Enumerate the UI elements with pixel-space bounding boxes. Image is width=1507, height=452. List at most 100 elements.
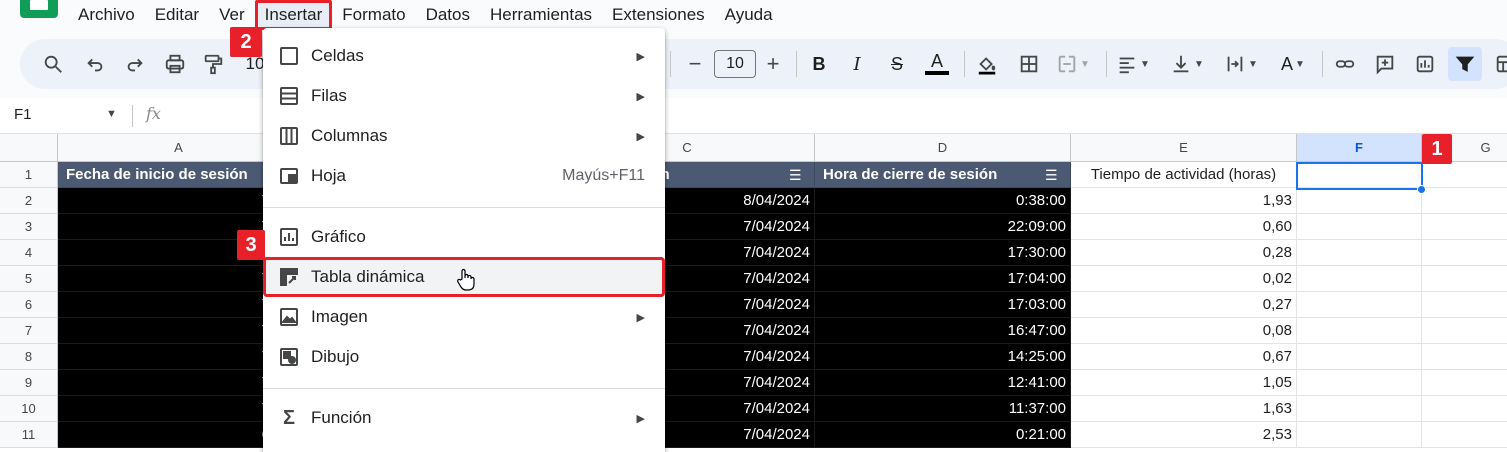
paint-format-icon[interactable] <box>196 47 230 81</box>
menu-extensiones[interactable]: Extensiones <box>602 0 715 30</box>
column-filter-icon[interactable]: ☰ <box>789 167 802 184</box>
redo-icon[interactable] <box>118 47 152 81</box>
merge-cells-icon[interactable]: ▼ <box>1056 47 1090 81</box>
menu-item-filas[interactable]: Filas ▶ <box>263 76 665 116</box>
cell-f[interactable] <box>1297 214 1422 240</box>
vertical-align-icon[interactable]: ▼ <box>1170 47 1204 81</box>
column-filter-icon[interactable]: ☰ <box>1045 167 1058 184</box>
decrease-font-size-icon[interactable]: − <box>678 47 712 81</box>
strikethrough-icon[interactable]: S <box>880 47 914 81</box>
name-box-dropdown-icon[interactable]: ▼ <box>106 108 117 120</box>
cell-d[interactable]: 0:38:00 <box>815 188 1071 214</box>
selected-cell-f1[interactable] <box>1296 162 1423 190</box>
fill-color-icon[interactable] <box>970 47 1004 81</box>
cell-g[interactable] <box>1422 396 1507 422</box>
menu-ver[interactable]: Ver <box>209 0 255 30</box>
insert-comment-icon[interactable] <box>1368 47 1402 81</box>
cell-f[interactable] <box>1297 396 1422 422</box>
cell-e[interactable]: 1,05 <box>1071 370 1297 396</box>
row-header[interactable]: 7 <box>0 318 58 344</box>
cell-f[interactable] <box>1297 266 1422 292</box>
header-cell-d[interactable]: Hora de cierre de sesión <box>815 162 1071 188</box>
column-header-d[interactable]: D <box>815 134 1071 162</box>
cell-f[interactable] <box>1297 188 1422 214</box>
cell-e[interactable]: 0,60 <box>1071 214 1297 240</box>
name-box[interactable]: F1 <box>14 106 32 123</box>
cell-d[interactable]: 12:41:00 <box>815 370 1071 396</box>
menu-formato[interactable]: Formato <box>332 0 415 30</box>
increase-font-size-icon[interactable]: + <box>756 47 790 81</box>
fill-handle[interactable] <box>1417 185 1426 194</box>
cell-d[interactable]: 14:25:00 <box>815 344 1071 370</box>
row-header[interactable]: 3 <box>0 214 58 240</box>
filter-views-icon[interactable] <box>1488 47 1507 81</box>
cell-g[interactable] <box>1422 292 1507 318</box>
cell-d[interactable]: 0:21:00 <box>815 422 1071 448</box>
row-header[interactable]: 1 <box>0 162 58 188</box>
row-header[interactable]: 11 <box>0 422 58 448</box>
sheets-logo-icon[interactable] <box>20 0 58 18</box>
insert-chart-icon[interactable] <box>1408 47 1442 81</box>
menu-item-columnas[interactable]: Columnas ▶ <box>263 116 665 156</box>
cell-d[interactable]: 22:09:00 <box>815 214 1071 240</box>
cell-g[interactable] <box>1422 214 1507 240</box>
cell-d[interactable]: 17:03:00 <box>815 292 1071 318</box>
cell-f[interactable] <box>1297 292 1422 318</box>
insert-link-icon[interactable] <box>1328 47 1362 81</box>
row-header[interactable]: 5 <box>0 266 58 292</box>
bold-icon[interactable]: B <box>802 47 836 81</box>
cell-g[interactable] <box>1422 266 1507 292</box>
cell-f[interactable] <box>1297 422 1422 448</box>
text-rotation-icon[interactable]: A ▼ <box>1276 47 1310 81</box>
borders-icon[interactable] <box>1012 47 1046 81</box>
row-header[interactable]: 4 <box>0 240 58 266</box>
cell-e[interactable]: 0,27 <box>1071 292 1297 318</box>
font-size-input[interactable]: 10 <box>714 50 756 78</box>
row-header[interactable]: 6 <box>0 292 58 318</box>
cell-d[interactable]: 11:37:00 <box>815 396 1071 422</box>
spreadsheet-grid[interactable]: A C D E F G 1Fecha de inicio de sesióner… <box>0 134 1507 452</box>
cell-e[interactable]: 2,53 <box>1071 422 1297 448</box>
cell-f[interactable] <box>1297 370 1422 396</box>
menu-item-tabla-dinamica[interactable]: Tabla dinámica <box>263 257 665 297</box>
search-icon[interactable] <box>36 47 70 81</box>
horizontal-align-icon[interactable]: ▼ <box>1116 47 1150 81</box>
cell-d[interactable]: 17:04:00 <box>815 266 1071 292</box>
cell-e[interactable]: 1,63 <box>1071 396 1297 422</box>
menu-insertar[interactable]: Insertar <box>254 0 333 30</box>
cell-e[interactable]: 0,67 <box>1071 344 1297 370</box>
cell-f[interactable] <box>1297 318 1422 344</box>
cell-e[interactable]: 1,93 <box>1071 188 1297 214</box>
menu-datos[interactable]: Datos <box>416 0 480 30</box>
cell-g[interactable] <box>1422 422 1507 448</box>
cell-f[interactable] <box>1297 240 1422 266</box>
cell-g[interactable] <box>1422 344 1507 370</box>
cell-g[interactable] <box>1422 318 1507 344</box>
column-header-f[interactable]: F <box>1297 134 1422 162</box>
menu-ayuda[interactable]: Ayuda <box>715 0 783 30</box>
undo-icon[interactable] <box>78 47 112 81</box>
menu-item-funcion[interactable]: Σ Función ▶ <box>263 398 665 438</box>
cell-e[interactable]: 0,08 <box>1071 318 1297 344</box>
text-wrapping-icon[interactable]: ▼ <box>1224 47 1258 81</box>
column-header-e[interactable]: E <box>1071 134 1297 162</box>
select-all-corner[interactable] <box>0 134 58 162</box>
menu-item-celdas[interactable]: Celdas ▶ <box>263 36 665 76</box>
row-header[interactable]: 2 <box>0 188 58 214</box>
filter-icon[interactable] <box>1448 47 1482 81</box>
cell-g[interactable] <box>1422 162 1507 188</box>
cell-f[interactable] <box>1297 344 1422 370</box>
menu-archivo[interactable]: Archivo <box>68 0 145 30</box>
cell-d[interactable]: 17:30:00 <box>815 240 1071 266</box>
menu-herramientas[interactable]: Herramientas <box>480 0 602 30</box>
print-icon[interactable] <box>158 47 192 81</box>
row-header[interactable]: 8 <box>0 344 58 370</box>
italic-icon[interactable]: I <box>840 47 874 81</box>
menu-editar[interactable]: Editar <box>145 0 209 30</box>
cell-e[interactable]: 0,28 <box>1071 240 1297 266</box>
cell-g[interactable] <box>1422 240 1507 266</box>
text-color-icon[interactable]: A <box>920 47 954 81</box>
header-cell-e[interactable]: Tiempo de actividad (horas) <box>1071 162 1297 188</box>
cell-e[interactable]: 0,02 <box>1071 266 1297 292</box>
menu-item-dibujo[interactable]: Dibujo <box>263 337 665 377</box>
